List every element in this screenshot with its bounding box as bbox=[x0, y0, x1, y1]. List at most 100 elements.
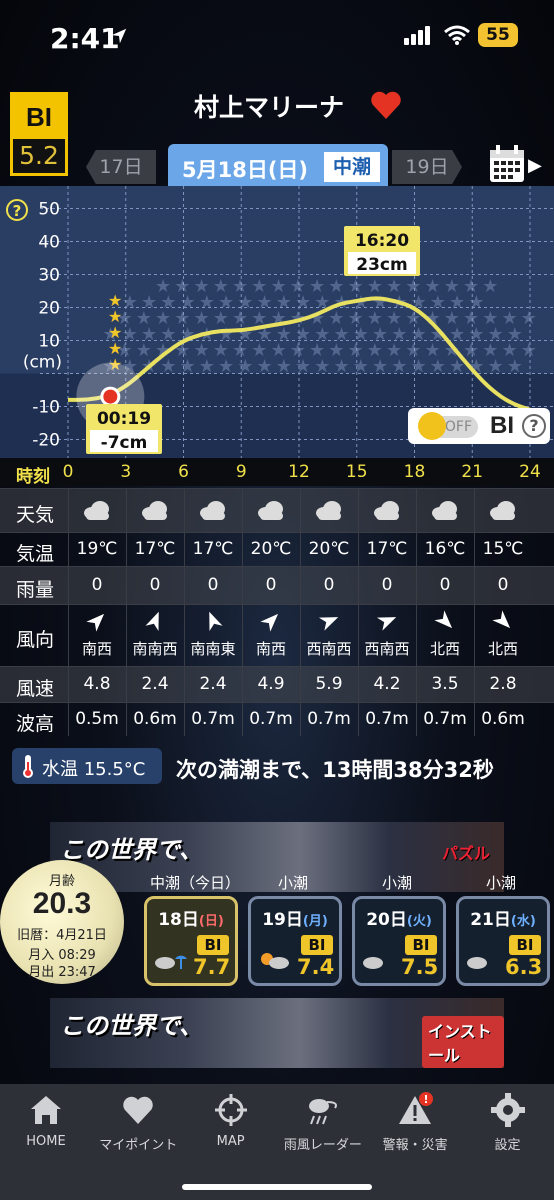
toggle-knob[interactable] bbox=[418, 412, 446, 440]
y-axis-unit: (cm) bbox=[23, 353, 62, 373]
day-bi-value: 7.7 bbox=[193, 955, 231, 979]
nav-home[interactable]: HOME bbox=[0, 1092, 92, 1149]
wind-arrow-icon bbox=[126, 609, 184, 638]
nav-gear[interactable]: 設定 bbox=[462, 1092, 554, 1153]
low-tide-label: 00:19 -7cm bbox=[86, 404, 162, 454]
wind-arrow-icon bbox=[416, 609, 474, 638]
weather-cell-wave: 0.7m bbox=[365, 709, 409, 729]
day-card[interactable]: 19日(月) BI 7.4 bbox=[248, 896, 342, 986]
weather-cell-wind_speed: 4.8 bbox=[83, 674, 111, 694]
crosshair-icon bbox=[214, 1094, 247, 1126]
tide-annotation-value: 23cm bbox=[356, 255, 407, 275]
nav-warning[interactable]: ! 警報・災害 bbox=[369, 1092, 461, 1153]
calendar-icon[interactable] bbox=[488, 144, 526, 184]
weather-cell-temp: 17℃ bbox=[192, 539, 234, 559]
wind-arrow-icon bbox=[300, 609, 358, 638]
thermometer-icon bbox=[23, 755, 33, 778]
bi-toggle[interactable]: OFF BI ? bbox=[408, 408, 550, 444]
column-divider bbox=[184, 488, 185, 736]
cloud-icon bbox=[358, 499, 416, 526]
weather-row-weather: 天気 bbox=[0, 488, 554, 532]
wind-direction-text: 西南西 bbox=[364, 640, 410, 658]
help-icon[interactable]: ? bbox=[522, 414, 546, 438]
bi-star-mark: ★ bbox=[482, 276, 498, 297]
high-tide-label: 16:20 23cm bbox=[344, 226, 420, 276]
weather-cell-wind_speed: 3.5 bbox=[431, 674, 459, 694]
day-card[interactable]: 18日(日) BI 7.7 bbox=[144, 896, 238, 986]
next-day-button[interactable]: 19日 bbox=[392, 150, 462, 184]
chart-help-glyph: ? bbox=[13, 202, 22, 220]
nav-label: 設定 bbox=[494, 1138, 521, 1153]
cloud-icon bbox=[184, 499, 242, 526]
day-card[interactable]: 20日(火) BI 7.5 bbox=[352, 896, 446, 986]
wind-arrow-icon bbox=[68, 609, 126, 638]
tide-type-badge: 中潮 bbox=[324, 152, 380, 182]
weather-cell-wave: 0.7m bbox=[191, 709, 235, 729]
ad-install-button[interactable]: インストール bbox=[422, 1016, 504, 1068]
weather-cell-rain: 0 bbox=[439, 575, 451, 595]
moonset: 月出 23:47 bbox=[28, 965, 96, 980]
x-tick-label: 24 bbox=[519, 462, 541, 482]
weather-cell-wind_speed: 2.4 bbox=[199, 674, 227, 694]
day-tide-type: 小潮 bbox=[382, 874, 413, 892]
weather-cell-wind_dir: 南西 bbox=[242, 609, 300, 659]
x-tick-label: 21 bbox=[461, 462, 484, 482]
x-tick-label: 15 bbox=[345, 462, 368, 482]
calendar-arrow-icon[interactable]: ▶ bbox=[528, 155, 542, 176]
day-card-date: 19日(月) bbox=[251, 905, 339, 930]
day-bi-label: BI bbox=[197, 935, 229, 955]
weather-cell-temp: 20℃ bbox=[308, 539, 350, 559]
x-tick-label: 6 bbox=[178, 462, 189, 482]
favorite-heart-icon[interactable] bbox=[369, 88, 403, 122]
column-divider bbox=[68, 488, 69, 736]
home-indicator bbox=[182, 1184, 372, 1190]
x-tick-label: 12 bbox=[288, 462, 310, 482]
weather-cell-temp: 17℃ bbox=[134, 539, 176, 559]
ad-banner-bottom[interactable]: この世界で、 インストール bbox=[50, 998, 504, 1068]
nav-crosshair[interactable]: MAP bbox=[185, 1092, 277, 1149]
wind-direction-text: 南南西 bbox=[132, 640, 178, 658]
day-bi-label: BI bbox=[509, 935, 541, 955]
y-tick-label: -20 bbox=[32, 431, 60, 451]
battery-indicator: 55 bbox=[478, 23, 518, 47]
column-divider bbox=[126, 488, 127, 736]
nav-rain-wind[interactable]: 雨風レーダー bbox=[277, 1092, 369, 1153]
day-card-date: 20日(火) bbox=[355, 905, 443, 930]
old-calendar: 旧暦：4月21日 bbox=[17, 928, 107, 943]
y-tick-label: 40 bbox=[38, 233, 60, 253]
wind-direction-text: 北西 bbox=[429, 640, 460, 658]
wifi-icon bbox=[444, 25, 470, 45]
weather-cell-wind_speed: 5.9 bbox=[315, 674, 343, 694]
weather-cell-wave: 0.7m bbox=[423, 709, 467, 729]
moon-age: 20.3 bbox=[32, 887, 92, 920]
x-tick-label: 3 bbox=[120, 462, 132, 482]
nav-label: 警報・災害 bbox=[382, 1138, 448, 1153]
weather-cell-wind_dir: 南南西 bbox=[126, 609, 184, 659]
weather-cell-wave: 0.6m bbox=[133, 709, 177, 729]
day-tide-type: 小潮 bbox=[486, 874, 517, 892]
water-temp: 水温 15.5°C bbox=[42, 759, 146, 780]
weather-cell-wind_speed: 4.9 bbox=[257, 674, 285, 694]
day-bi-value: 7.5 bbox=[401, 955, 439, 979]
warning-icon: ! bbox=[399, 1092, 434, 1124]
time-axis: 時刻 0 3 6 9 12 15 18 21 24 bbox=[0, 458, 554, 487]
weather-cell-temp: 19℃ bbox=[76, 539, 118, 559]
weather-cell-wind_dir: 北西 bbox=[416, 609, 474, 659]
weather-cell-rain: 0 bbox=[381, 575, 393, 595]
gear-icon bbox=[490, 1093, 525, 1127]
prev-day-button[interactable]: 17日 bbox=[86, 150, 156, 184]
nav-heart[interactable]: マイポイント bbox=[92, 1092, 184, 1153]
weather-cell-temp: 20℃ bbox=[250, 539, 292, 559]
day-weekday: (火) bbox=[406, 914, 432, 929]
moon-info: 月齢 20.3 旧暦：4月21日 月入 08:29 月出 23:47 bbox=[0, 860, 124, 984]
weather-cell-wave: 0.7m bbox=[249, 709, 293, 729]
day-card[interactable]: 21日(水) BI 6.3 bbox=[456, 896, 550, 986]
weather-row-rain: 雨量 0 0 0 0 0 0 0 0 bbox=[0, 566, 554, 604]
bi-toggle-label: BI bbox=[490, 412, 514, 439]
weather-cell-wind_speed: 4.2 bbox=[373, 674, 401, 694]
weather-cell-wind_speed: 2.8 bbox=[489, 674, 517, 694]
weather-row-wave: 波高 0.5m 0.6m 0.7m 0.7m 0.7m 0.7m 0.7m 0.6m bbox=[0, 702, 554, 736]
time-axis-label: 時刻 bbox=[16, 467, 50, 487]
weather-cell-wind_speed: 2.4 bbox=[141, 674, 169, 694]
day-number: 19日 bbox=[262, 910, 303, 930]
